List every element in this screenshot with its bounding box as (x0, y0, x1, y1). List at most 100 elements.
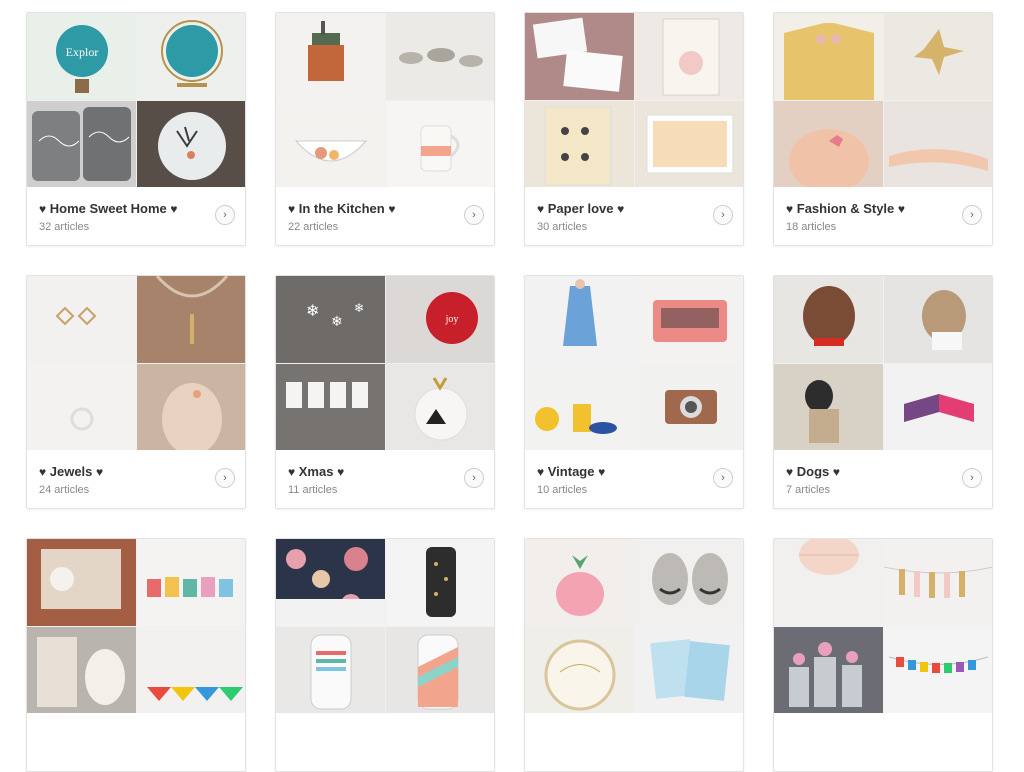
card-info: ♥ Vintage ♥ 10 articles › (525, 450, 743, 508)
open-collection-button[interactable]: › (713, 468, 733, 488)
open-collection-button[interactable]: › (464, 468, 484, 488)
collection-card[interactable] (773, 538, 993, 772)
article-count: 18 articles (786, 221, 837, 233)
card-image-mosaic[interactable]: Explor (27, 13, 245, 187)
card-image (884, 13, 992, 100)
heart-icon: ♥ (617, 202, 625, 216)
collection-card[interactable]: ♥ Dogs ♥ 7 articles › (773, 275, 993, 509)
card-image (137, 13, 245, 100)
collection-title[interactable]: ♥ Paper love ♥ (537, 201, 624, 216)
article-count: 7 articles (786, 484, 831, 496)
heart-icon: ♥ (388, 202, 396, 216)
collection-card[interactable] (26, 538, 246, 772)
card-image (525, 101, 634, 187)
card-image-mosaic[interactable] (774, 13, 992, 187)
collection-title[interactable]: ♥ In the Kitchen ♥ (288, 201, 395, 216)
collection-card[interactable] (275, 538, 495, 772)
card-image (27, 101, 136, 187)
card-info: ♥ Home Sweet Home ♥ 32 articles › (27, 187, 245, 245)
card-info: ♥ In the Kitchen ♥ 22 articles › (276, 187, 494, 245)
collection-title[interactable]: ♥ Jewels ♥ (39, 464, 103, 479)
svg-text:joy: joy (445, 314, 459, 325)
article-count: 11 articles (288, 484, 338, 496)
collection-card[interactable]: ♥ Vintage ♥ 10 articles › (524, 275, 744, 509)
heart-icon: ♥ (897, 202, 906, 216)
card-image (635, 101, 743, 187)
card-image-mosaic[interactable] (525, 276, 743, 450)
card-image (276, 364, 385, 450)
collection-title-text: Fashion & Style (796, 201, 895, 216)
card-image (774, 364, 883, 450)
collection-card[interactable]: ♥ In the Kitchen ♥ 22 articles › (275, 12, 495, 246)
collection-card[interactable]: ❄ ❄ ❄ joy ♥ Xmas ♥ 11 articles › (275, 275, 495, 509)
article-count: 10 articles (537, 484, 588, 496)
article-count: 30 articles (537, 221, 588, 233)
card-image (137, 627, 245, 713)
chevron-right-icon: › (721, 209, 725, 221)
heart-icon: ♥ (288, 202, 296, 216)
card-image (137, 101, 245, 187)
svg-text:Explor: Explor (66, 45, 99, 59)
card-info: ♥ Xmas ♥ 11 articles › (276, 450, 494, 508)
collection-title[interactable]: ♥ Fashion & Style ♥ (786, 201, 905, 216)
chevron-right-icon: › (970, 472, 974, 484)
open-collection-button[interactable]: › (215, 468, 235, 488)
collection-card[interactable]: Explor ♥ Home Sweet Home ♥ 32 articles › (26, 12, 246, 246)
heart-icon: ♥ (288, 465, 296, 479)
collection-card[interactable]: ♥ Paper love ♥ 30 articles › (524, 12, 744, 246)
card-image-mosaic[interactable] (525, 13, 743, 187)
card-image-mosaic[interactable] (27, 539, 245, 713)
collection-title[interactable]: ♥ Home Sweet Home ♥ (39, 201, 178, 216)
card-image-mosaic[interactable]: ❄ ❄ ❄ joy (276, 276, 494, 450)
open-collection-button[interactable]: › (215, 205, 235, 225)
card-info: ♥ Paper love ♥ 30 articles › (525, 187, 743, 245)
heart-icon: ♥ (39, 465, 47, 479)
card-image (774, 539, 883, 626)
open-collection-button[interactable]: › (464, 205, 484, 225)
heart-icon: ♥ (39, 202, 47, 216)
collection-title[interactable]: ♥ Xmas ♥ (288, 464, 344, 479)
article-count: 24 articles (39, 484, 90, 496)
card-image (27, 539, 136, 626)
card-image (635, 13, 743, 100)
card-image (635, 627, 743, 713)
collection-title-text: Xmas (298, 464, 334, 479)
card-image (137, 276, 245, 363)
card-image (884, 364, 992, 450)
collections-grid: Explor ♥ Home Sweet Home ♥ 32 articles › (0, 0, 1024, 772)
open-collection-button[interactable]: › (713, 205, 733, 225)
card-image-mosaic[interactable] (774, 276, 992, 450)
collection-card[interactable]: ♥ Fashion & Style ♥ 18 articles › (773, 12, 993, 246)
collection-title-text: Jewels (49, 464, 93, 479)
card-image (386, 627, 494, 713)
card-image-mosaic[interactable] (276, 539, 494, 713)
open-collection-button[interactable]: › (962, 205, 982, 225)
card-image-mosaic[interactable] (525, 539, 743, 713)
open-collection-button[interactable]: › (962, 468, 982, 488)
card-image (884, 276, 992, 363)
collection-card[interactable]: ♥ Jewels ♥ 24 articles › (26, 275, 246, 509)
chevron-right-icon: › (721, 472, 725, 484)
heart-icon: ♥ (537, 465, 545, 479)
article-count: 32 articles (39, 221, 90, 233)
card-image-mosaic[interactable] (276, 13, 494, 187)
card-image (774, 627, 883, 713)
card-image-mosaic[interactable] (774, 539, 992, 713)
card-info: ♥ Fashion & Style ♥ 18 articles › (774, 187, 992, 245)
collection-card[interactable] (524, 538, 744, 772)
card-image (884, 539, 992, 626)
card-image (137, 364, 245, 450)
card-image-mosaic[interactable] (27, 276, 245, 450)
heart-icon: ♥ (786, 202, 794, 216)
card-image (774, 101, 883, 187)
card-image (774, 276, 883, 363)
collection-title-text: Home Sweet Home (49, 201, 167, 216)
collection-title-text: Vintage (547, 464, 595, 479)
card-image: joy (386, 276, 494, 363)
collection-title[interactable]: ♥ Vintage ♥ (537, 464, 605, 479)
card-image (137, 539, 245, 626)
card-image (635, 364, 743, 450)
card-info (525, 713, 743, 771)
collection-title-text: In the Kitchen (298, 201, 385, 216)
collection-title[interactable]: ♥ Dogs ♥ (786, 464, 840, 479)
